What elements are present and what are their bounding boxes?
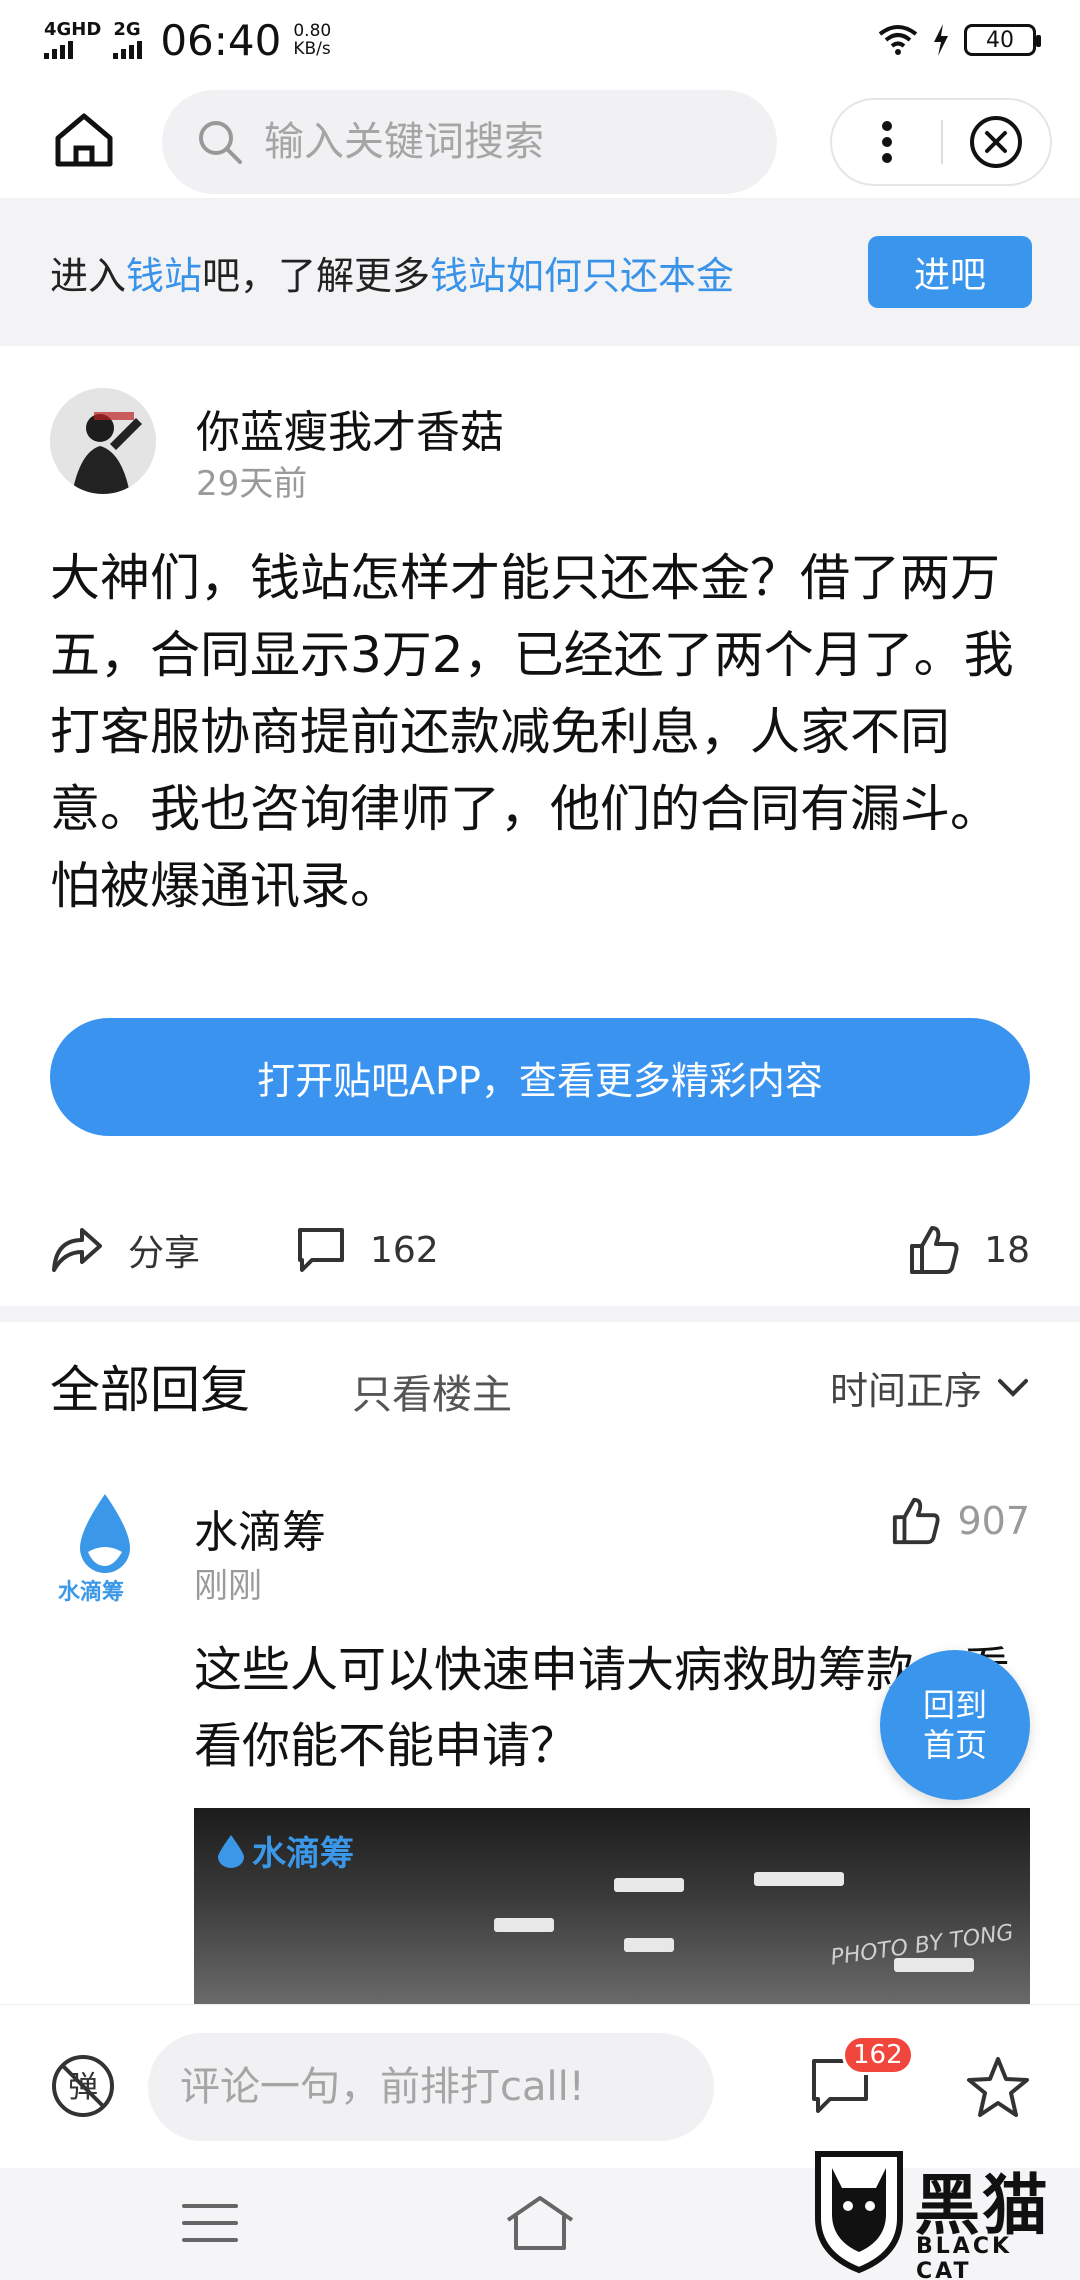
- author-avatar[interactable]: [50, 388, 156, 494]
- reply-image[interactable]: 水滴筹 PHOTO BY TONG: [194, 1808, 1030, 2004]
- banner-topic-link[interactable]: 钱站如何只还本金: [430, 254, 734, 298]
- banner-text-part1: 进入: [50, 253, 127, 298]
- back-to-home-button[interactable]: 回到 首页: [880, 1650, 1030, 1800]
- search-bar[interactable]: [162, 90, 777, 194]
- reply-like-count: 907: [957, 1499, 1030, 1543]
- more-vertical-icon: [881, 121, 892, 163]
- back-home-line1: 回到: [922, 1686, 987, 1724]
- close-circle-icon: [970, 116, 1023, 168]
- comment-badge: 162: [842, 2035, 914, 2075]
- author-name[interactable]: 你蓝瘦我才香菇: [196, 396, 504, 460]
- black-cat-watermark: 黑猫 BLACK CAT: [812, 2148, 1072, 2280]
- charging-icon: [934, 24, 948, 56]
- post-actions: 分享 162 18: [0, 1210, 1080, 1290]
- reply-time: 刚刚: [194, 1566, 262, 1606]
- reply-author-name[interactable]: 水滴筹: [194, 1496, 326, 1560]
- sort-label: 时间正序: [829, 1369, 982, 1413]
- home-nav-icon[interactable]: [504, 2194, 576, 2252]
- reply-like-button[interactable]: 907: [891, 1496, 1030, 1546]
- section-separator: [0, 1306, 1080, 1322]
- back-home-label: 回到 首页: [923, 1685, 987, 1765]
- mini-program-capsule: [830, 98, 1052, 186]
- star-icon[interactable]: [966, 2055, 1030, 2119]
- watermark-subtitle: BLACK CAT: [916, 2234, 1013, 2280]
- comment-count-button[interactable]: 162: [296, 1210, 439, 1290]
- share-button[interactable]: 分享: [50, 1210, 200, 1290]
- tab-only-op[interactable]: 只看楼主: [352, 1362, 512, 1420]
- speed-value: 0.80: [293, 21, 332, 41]
- clock: 06:40: [160, 15, 282, 65]
- tab-all-replies[interactable]: 全部回复: [50, 1350, 250, 1422]
- share-icon: [52, 1228, 102, 1272]
- banner-text: 进入钱站吧，了解更多钱站如何只还本金: [50, 245, 734, 300]
- status-bar: 4GHD 2G 06:40 0.80 KB/s 40: [0, 0, 1080, 80]
- banner-forum-link[interactable]: 钱站: [126, 254, 202, 298]
- back-home-line2: 首页: [922, 1726, 987, 1764]
- comment-icon: [298, 1228, 344, 1272]
- image-watermark-text: 水滴筹: [252, 1834, 354, 1874]
- comment-input[interactable]: [148, 2033, 714, 2141]
- black-cat-shield-logo: [815, 2151, 903, 2274]
- menu-icon[interactable]: [180, 2198, 240, 2248]
- wifi-icon: [878, 25, 918, 55]
- search-icon: [199, 121, 242, 164]
- open-app-button[interactable]: 打开贴吧APP，查看更多精彩内容: [50, 1018, 1030, 1136]
- chevron-down-icon: [998, 1378, 1028, 1397]
- avatar-image: [50, 388, 156, 494]
- comment-count: 162: [370, 1229, 439, 1271]
- network-speed: 0.80 KB/s: [293, 22, 331, 58]
- share-label: 分享: [128, 1233, 201, 1274]
- more-button[interactable]: [832, 98, 941, 186]
- barrage-toggle-icon[interactable]: 弹: [50, 2053, 116, 2119]
- reply-avatar[interactable]: 水滴筹: [50, 1490, 160, 1605]
- battery-indicator: 40: [964, 24, 1041, 56]
- banner-text-part2: 吧，了解更多: [202, 253, 431, 298]
- speed-unit: KB/s: [293, 39, 331, 59]
- comment-bar: 弹 162: [0, 2004, 1080, 2168]
- forum-promo-banner: 进入钱站吧，了解更多钱站如何只还本金 进吧: [0, 198, 1080, 346]
- search-input[interactable]: [264, 119, 744, 165]
- network-label-2: 2G: [113, 19, 141, 40]
- image-watermark: 水滴筹: [216, 1826, 354, 1875]
- thumbs-up-icon: [893, 1497, 941, 1545]
- enter-forum-button[interactable]: 进吧: [868, 236, 1032, 308]
- signal-2g: 2G: [113, 19, 143, 59]
- like-count: 18: [984, 1229, 1030, 1271]
- thumbs-up-icon: [910, 1226, 959, 1274]
- sort-dropdown[interactable]: 时间正序: [830, 1360, 1030, 1415]
- reply-avatar-caption: 水滴筹: [58, 1580, 125, 1605]
- close-button[interactable]: [943, 98, 1050, 186]
- post-content: 大神们，钱站怎样才能只还本金？借了两万五，合同显示3万2，已经还了两个月了。我打…: [50, 549, 1014, 915]
- water-drop-icon: [218, 1834, 244, 1868]
- post-time: 29天前: [196, 464, 308, 504]
- home-icon[interactable]: [52, 108, 116, 172]
- top-nav: [0, 84, 1080, 194]
- network-label-1: 4GHD: [44, 19, 102, 40]
- signal-4g: 4GHD: [44, 21, 101, 59]
- like-button[interactable]: 18: [908, 1210, 1030, 1290]
